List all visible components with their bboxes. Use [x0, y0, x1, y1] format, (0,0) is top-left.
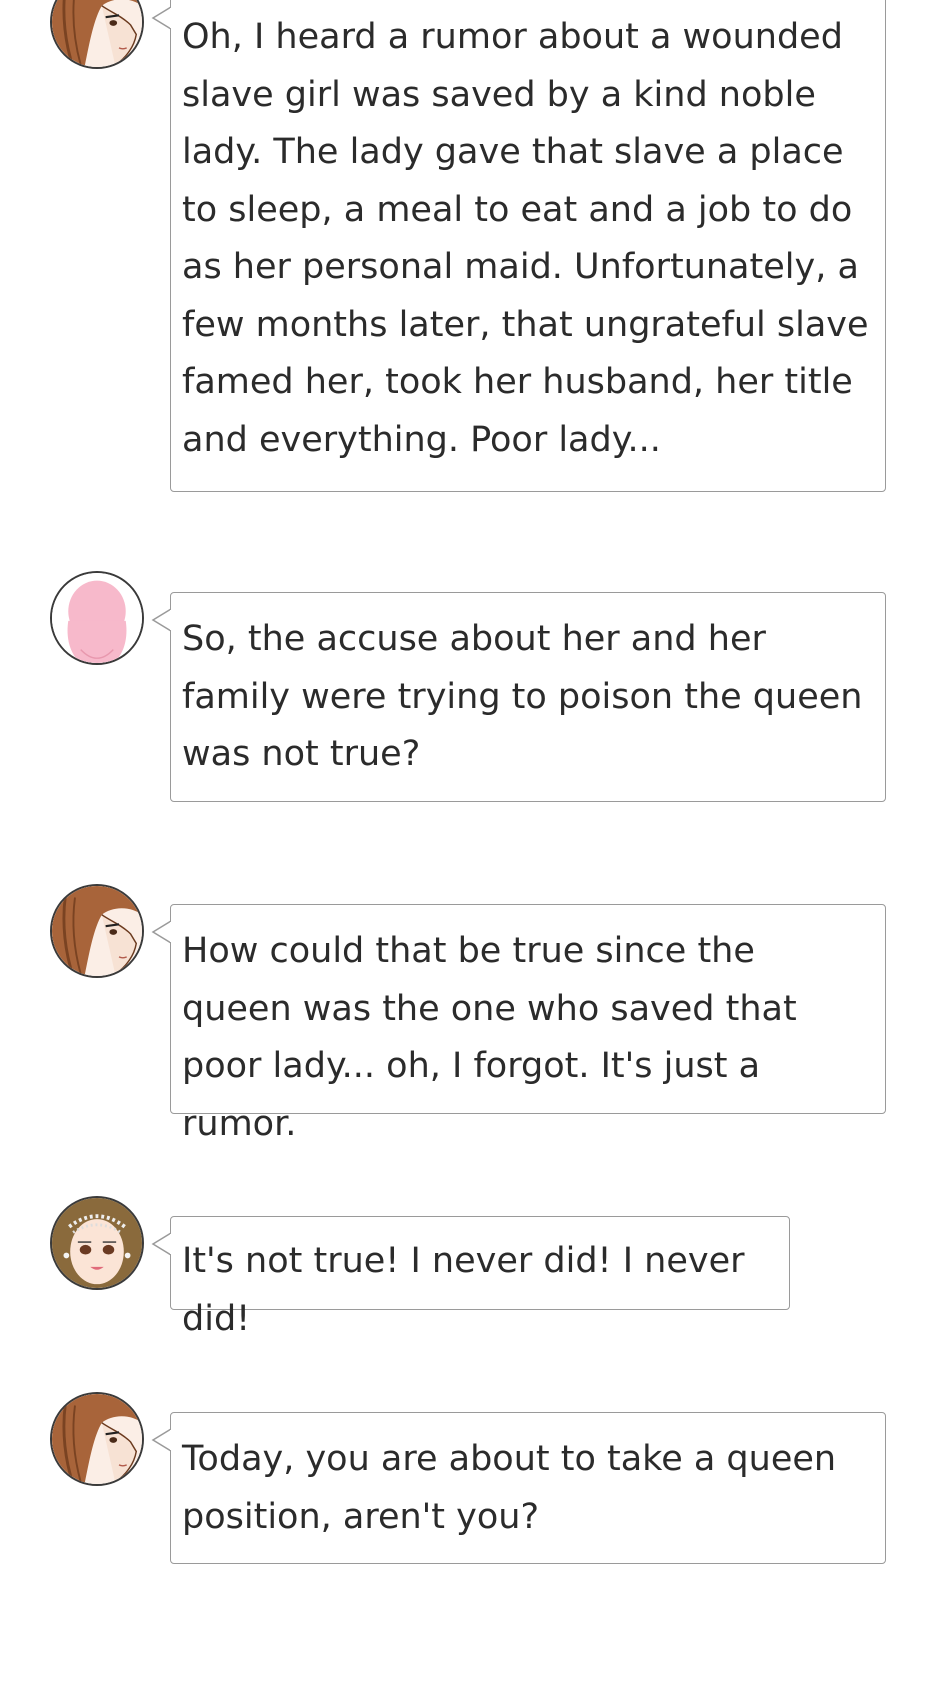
speech-bubble: Today, you are about to take a queen pos…	[151, 1412, 886, 1564]
crowned-lady-face-icon	[52, 1198, 142, 1288]
bubble-tail-icon	[151, 608, 171, 632]
bubble-tail-icon	[151, 1428, 171, 1452]
speech-bubble: How could that be true since the queen w…	[151, 904, 886, 1144]
message-text: How could that be true since the queen w…	[182, 931, 797, 1144]
brunette-face-icon	[52, 0, 142, 67]
message-text: Today, you are about to take a queen pos…	[182, 1439, 837, 1537]
speech-bubble: So, the accuse about her and her family …	[151, 592, 886, 802]
avatar-brunette[interactable]	[50, 0, 144, 69]
avatar-pink-silhouette[interactable]	[50, 571, 144, 665]
bubble-tail-icon	[151, 1232, 171, 1256]
speech-bubble: It's not true! I never did! I never did!	[151, 1216, 790, 1339]
brunette-face-icon	[52, 886, 142, 976]
message-text: Oh, I heard a rumor about a wounded slav…	[182, 17, 869, 460]
avatar-brunette[interactable]	[50, 1392, 144, 1486]
speech-bubble: Oh, I heard a rumor about a wounded slav…	[151, 0, 886, 492]
message-text: It's not true! I never did! I never did!	[182, 1241, 745, 1339]
bubble-tail-icon	[151, 6, 171, 30]
avatar-brunette[interactable]	[50, 884, 144, 978]
person-silhouette-icon	[52, 573, 142, 663]
bubble-tail-icon	[151, 920, 171, 944]
avatar-crowned-lady[interactable]	[50, 1196, 144, 1290]
message-text: So, the accuse about her and her family …	[182, 619, 863, 774]
brunette-face-icon	[52, 1394, 142, 1484]
